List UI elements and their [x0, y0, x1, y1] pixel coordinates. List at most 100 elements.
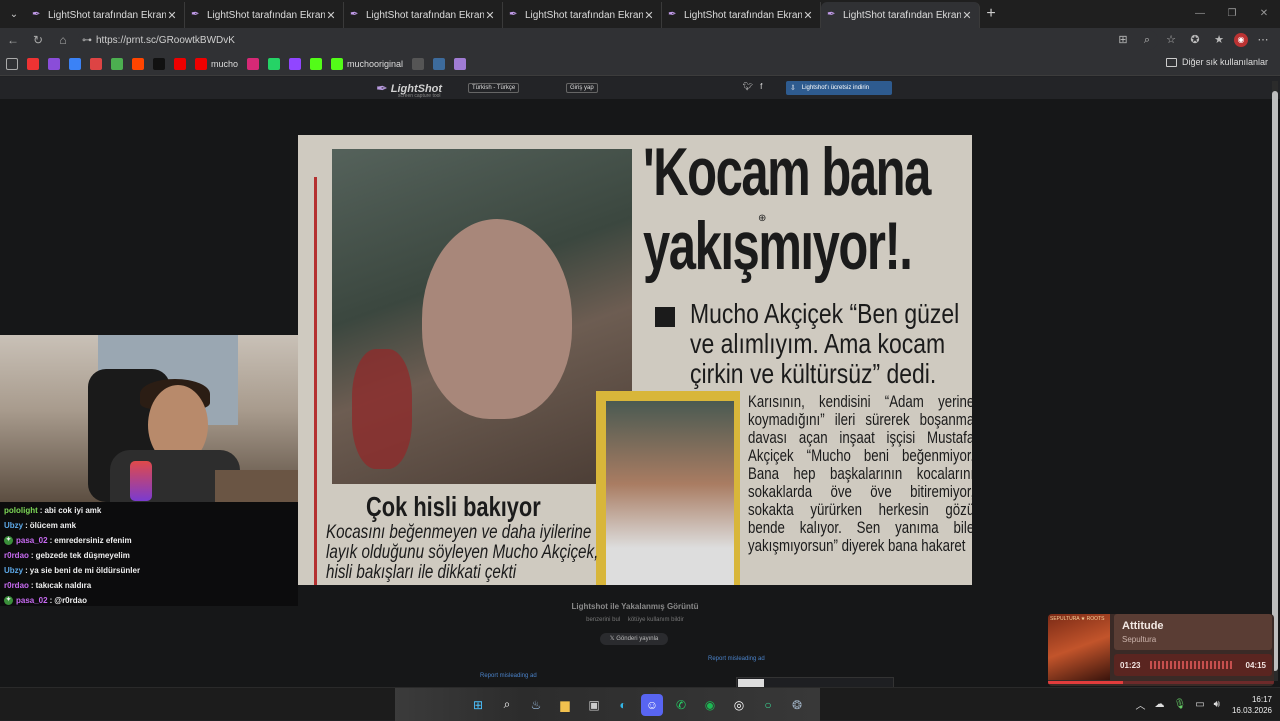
more-menu-icon[interactable]: ⋯ — [1254, 30, 1272, 50]
screenshot-image[interactable]: 'Kocam bana yakışmıyor!. Mucho Akçiçek “… — [298, 135, 972, 585]
bookmark-steam[interactable] — [433, 57, 446, 70]
settings-app-icon[interactable]: ❂ — [786, 694, 808, 716]
bullet-square — [655, 307, 675, 327]
steam-icon[interactable]: ♨ — [525, 694, 547, 716]
home-button[interactable]: ⌂ — [51, 33, 75, 47]
steam-icon — [433, 57, 446, 70]
app-ring-icon[interactable]: ○ — [757, 694, 779, 716]
tweet-label: Gönderi yayınla — [616, 636, 659, 642]
report-abuse-link[interactable]: kötüye kullanım bildir — [628, 617, 684, 623]
tray-cloud-icon[interactable]: ☁ — [1154, 699, 1164, 710]
browser-tab[interactable]: ✒ LightShot tarafından Ekran Görüntüsü✕ — [662, 2, 821, 28]
zoom-icon[interactable]: ⌕ — [1138, 30, 1156, 50]
chat-username[interactable]: r0rdao — [4, 581, 29, 590]
report-ad-link-left[interactable]: Report misleading ad — [480, 673, 537, 679]
bookmark-game[interactable] — [48, 57, 60, 70]
close-window-button[interactable]: ✕ — [1248, 0, 1280, 28]
browser-tab[interactable]: ✒ LightShot tarafından Ekran Görüntüsü✕ — [26, 2, 185, 28]
bookmark-chrome[interactable] — [111, 57, 123, 70]
close-tab-icon[interactable]: ✕ — [961, 9, 973, 22]
bookmark-tabs-icon[interactable] — [6, 57, 18, 70]
bookmark-instagram[interactable] — [247, 57, 260, 70]
chat-username[interactable]: Ubzy — [4, 521, 23, 530]
chat-username[interactable]: r0rdao — [4, 551, 29, 560]
facebook-icon[interactable]: f — [760, 82, 762, 91]
bookmark-kick[interactable]: muchooriginal — [331, 57, 403, 70]
file-explorer-icon[interactable]: ▆ — [554, 694, 576, 716]
lightshot-logo[interactable]: ✒ LightShot screen capture tool — [376, 80, 442, 99]
extensions-icon[interactable]: ✪ — [1186, 30, 1204, 50]
close-tab-icon[interactable]: ✕ — [325, 9, 337, 22]
minimize-button[interactable]: — — [1184, 0, 1216, 28]
chat-text: gebzede tek düşmeyelim — [35, 551, 130, 560]
tweet-button[interactable]: 𝕏 Gönderi yayınla — [600, 633, 668, 645]
report-ad-link-right[interactable]: Report misleading ad — [708, 656, 765, 662]
browser-tab[interactable]: ✒ LightShot tarafından Ekran Görüntüsü✕ — [344, 2, 503, 28]
chat-username[interactable]: pasa_02 — [16, 596, 48, 605]
browser-tab[interactable]: ✒ LightShot tarafından Ekran Görüntüsü✕ — [503, 2, 662, 28]
youtube-icon — [195, 57, 207, 70]
clock[interactable]: 16:17 16.03.2026 — [1232, 694, 1272, 716]
bookmark-youtube[interactable] — [174, 57, 186, 70]
bookmark-translate[interactable] — [69, 57, 81, 70]
whatsapp-icon[interactable]: ✆ — [670, 694, 692, 716]
close-tab-icon[interactable]: ✕ — [802, 9, 814, 22]
close-tab-icon[interactable]: ✕ — [166, 9, 178, 22]
other-bookmarks-folder[interactable]: Diğer sık kullanılanlar — [1165, 57, 1268, 67]
bookmark-youtube[interactable]: mucho — [195, 57, 238, 70]
spotify-icon[interactable]: ◉ — [699, 694, 721, 716]
close-tab-icon[interactable]: ✕ — [484, 9, 496, 22]
tray-chevron-icon[interactable]: ︿ — [1135, 697, 1145, 712]
maximize-button[interactable]: ❐ — [1216, 0, 1248, 28]
language-select[interactable]: Türkish - Türkçe — [468, 83, 520, 93]
download-button[interactable]: ⇩ Lightshot'ı ücretsiz indirin — [786, 81, 892, 95]
ad-banner[interactable] — [736, 677, 894, 687]
close-tab-icon[interactable]: ✕ — [643, 9, 655, 22]
start-icon[interactable]: ⊞ — [467, 694, 489, 716]
scrollbar-thumb[interactable] — [1272, 91, 1278, 671]
ad-logo — [738, 679, 764, 687]
bookmark-reddit[interactable] — [132, 57, 144, 70]
bookmark-openai[interactable] — [412, 57, 425, 70]
bookmark-kick[interactable] — [310, 57, 323, 70]
bookmark-youtube-red[interactable] — [27, 57, 39, 70]
edge-icon[interactable]: ◐ — [612, 694, 634, 716]
bookmark-gmail[interactable] — [90, 57, 102, 70]
browser-tab[interactable]: ✒ LightShot tarafından Ekran Görüntüsü✕ — [185, 2, 344, 28]
tab-title: LightShot tarafından Ekran Görüntüsü — [366, 9, 484, 21]
favorites-icon[interactable]: ★ — [1210, 30, 1228, 50]
chat-username[interactable]: pasa_02 — [16, 536, 48, 545]
chat-separator: : — [30, 551, 34, 560]
reload-button[interactable]: ↻ — [26, 33, 50, 47]
find-similar-link[interactable]: benzerini bul — [586, 617, 620, 623]
volume-icon[interactable]: 🔊︎ — [1214, 699, 1220, 710]
chat-text: emredersiniz efenim — [54, 536, 132, 545]
discord-icon[interactable]: ☺ — [641, 693, 663, 716]
obs-icon[interactable]: ◎ — [728, 694, 750, 716]
site-info-icon[interactable]: ⊶ — [82, 35, 96, 46]
caption-text: Kocasını beğenmeyen ve daha iyilerine la… — [326, 522, 599, 583]
page-scrollbar[interactable] — [1272, 81, 1278, 681]
chat-username[interactable]: pololight — [4, 506, 38, 515]
bookmark-whatsapp[interactable] — [268, 57, 281, 70]
chat-username[interactable]: Ubzy — [4, 566, 23, 575]
network-icon[interactable]: ▭ — [1195, 699, 1204, 710]
back-button[interactable]: ← — [1, 33, 25, 47]
favorite-star-icon[interactable]: ☆ — [1162, 30, 1180, 50]
microphone-icon[interactable]: 🎙︎ — [1173, 699, 1186, 710]
address-bar[interactable]: ⊶ https://prnt.sc/GRoowtkBWDvK — [78, 30, 1158, 50]
twitter-icon[interactable]: 🐦︎ — [743, 82, 753, 91]
profile-avatar[interactable]: ◉ — [1234, 33, 1248, 47]
music-widget: SEPULTURA ★ ROOTS Attitude Sepultura 01:… — [1048, 614, 1274, 686]
bookmark-x[interactable] — [153, 57, 165, 70]
search-icon[interactable]: ⌕ — [496, 694, 518, 716]
browser-tab[interactable]: ✒ LightShot tarafından Ekran Görüntüsü✕ — [821, 2, 980, 28]
tab-search-menu[interactable]: ⌄ — [2, 2, 26, 26]
app-available-icon[interactable]: ⊞ — [1114, 30, 1132, 50]
instagram-icon — [247, 57, 260, 70]
store-icon[interactable]: ▣ — [583, 694, 605, 716]
bookmark-twitch[interactable] — [289, 57, 302, 70]
bookmark-feather[interactable] — [454, 57, 467, 70]
new-tab-button[interactable]: + — [980, 5, 1002, 23]
login-button[interactable]: Giriş yap — [566, 83, 598, 93]
